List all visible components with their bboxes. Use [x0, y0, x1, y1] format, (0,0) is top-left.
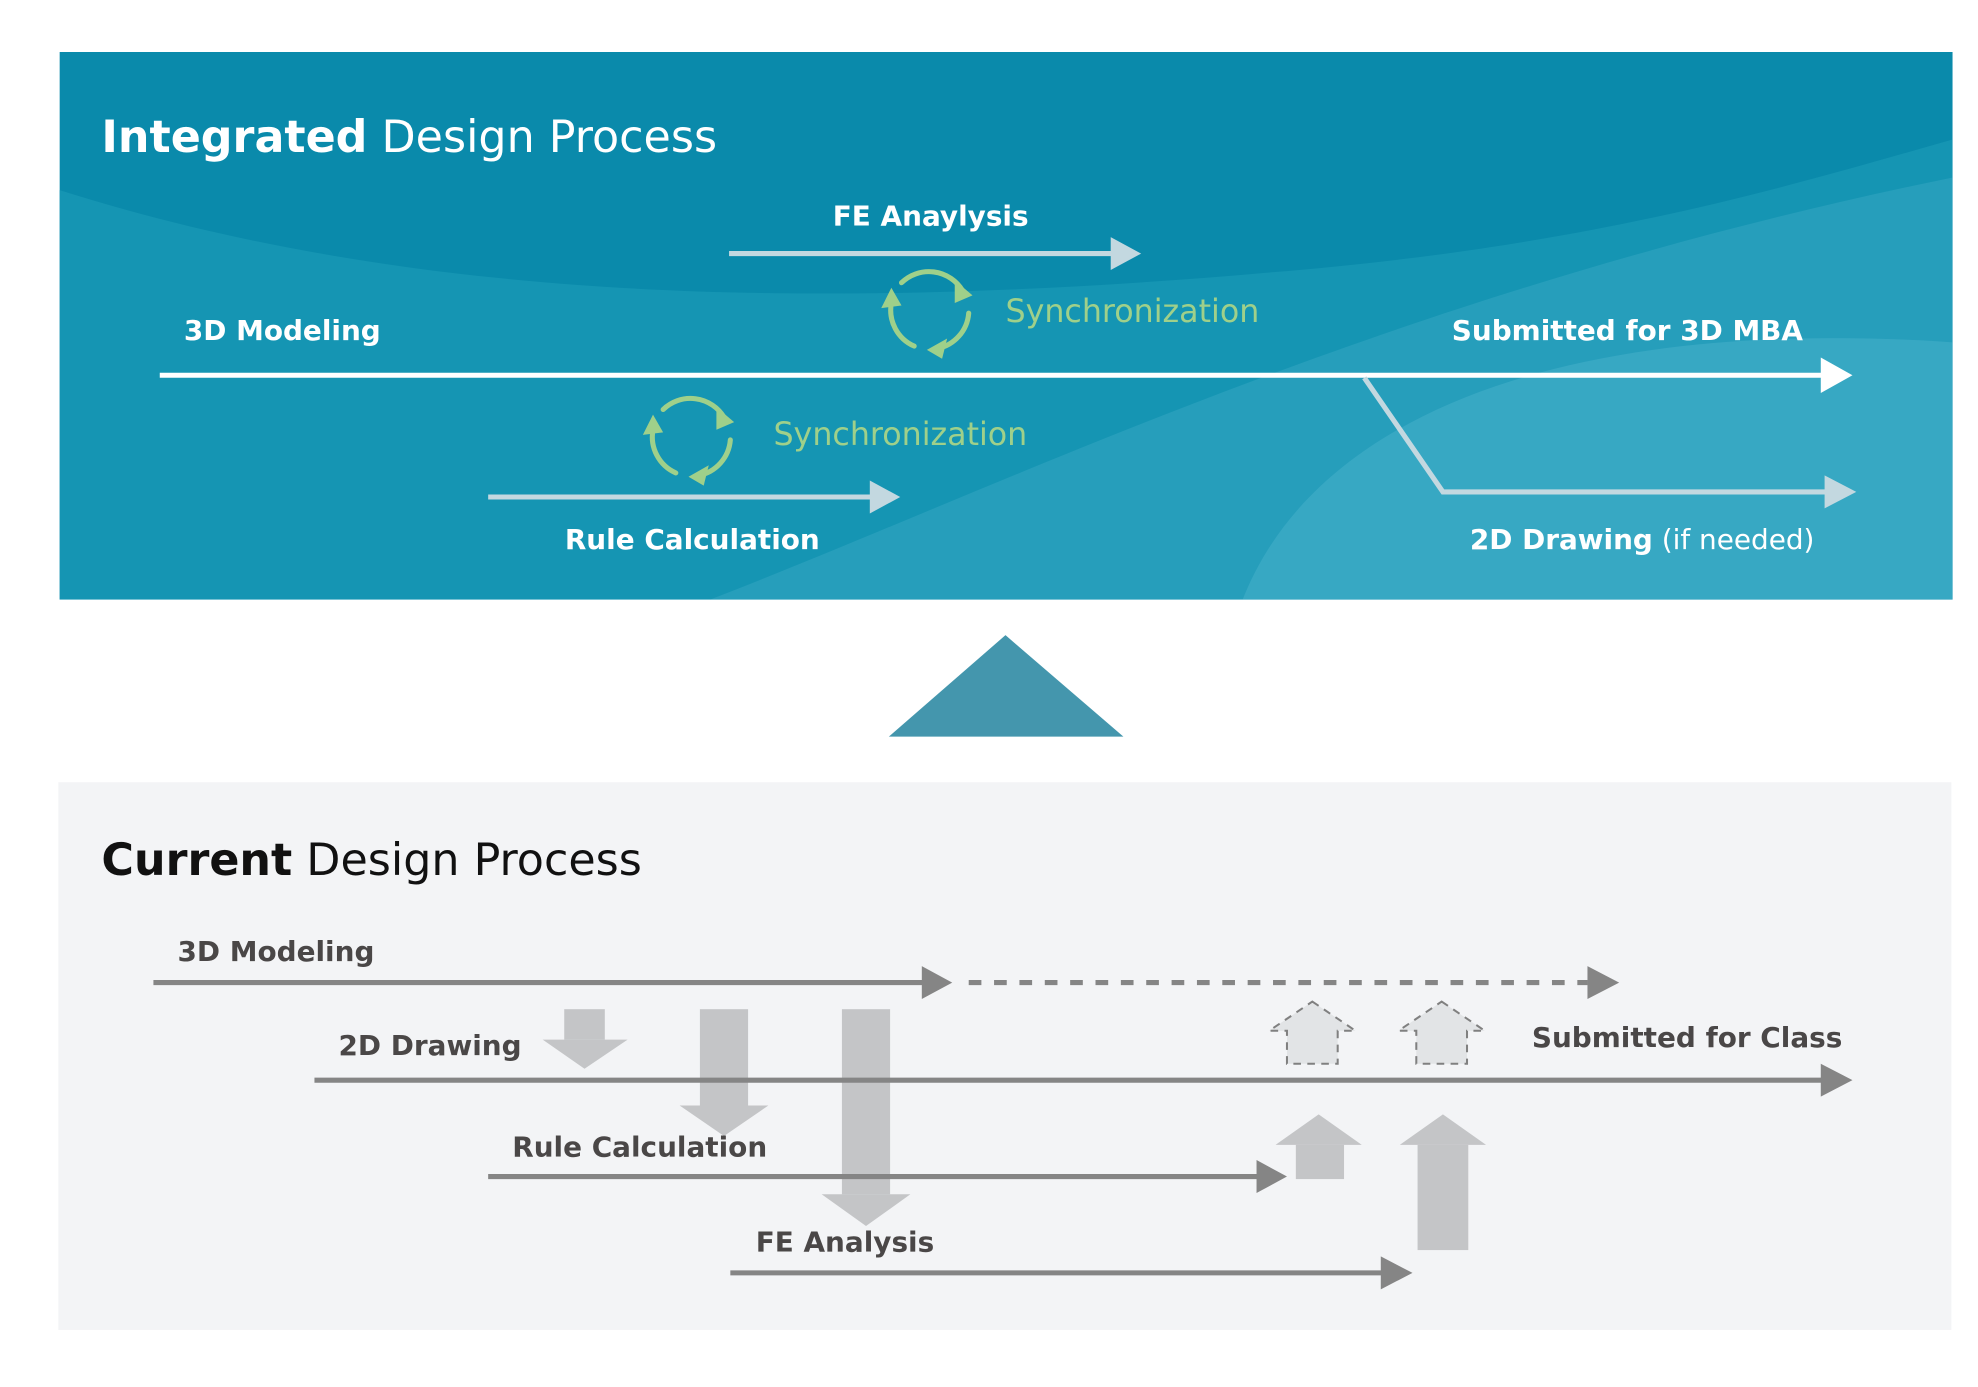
label-submitted-3d-mba: Submitted for 3D MBA: [1452, 314, 1804, 347]
label-3d-modeling: 3D Modeling: [178, 935, 375, 968]
label-submitted-for-class: Submitted for Class: [1532, 1021, 1842, 1054]
label-sync-upper: Synchronization: [1005, 294, 1259, 330]
label-sync-lower: Synchronization: [773, 417, 1027, 453]
current-title: Current Design Process: [101, 835, 641, 886]
label-2d-drawing-if-needed: 2D Drawing (if needed): [1470, 523, 1815, 556]
integrated-title: Integrated Design Process: [101, 112, 717, 163]
current-process-panel: Current Design Process 3D Modeling 2D Dr…: [58, 782, 1952, 1330]
label-rule-calculation: Rule Calculation: [512, 1130, 767, 1163]
label-3d-modeling: 3D Modeling: [184, 314, 381, 347]
up-triangle-icon: [888, 635, 1124, 737]
label-fe-analysis: FE Anaylysis: [833, 200, 1029, 233]
design-process-diagram: Integrated Design Process FE Anaylysis S…: [58, 51, 1953, 1330]
label-fe-analysis: FE Analysis: [756, 1225, 934, 1258]
integrated-process-panel: Integrated Design Process FE Anaylysis S…: [59, 51, 1953, 600]
label-rule-calculation: Rule Calculation: [565, 523, 820, 556]
label-2d-drawing: 2D Drawing: [339, 1029, 522, 1062]
